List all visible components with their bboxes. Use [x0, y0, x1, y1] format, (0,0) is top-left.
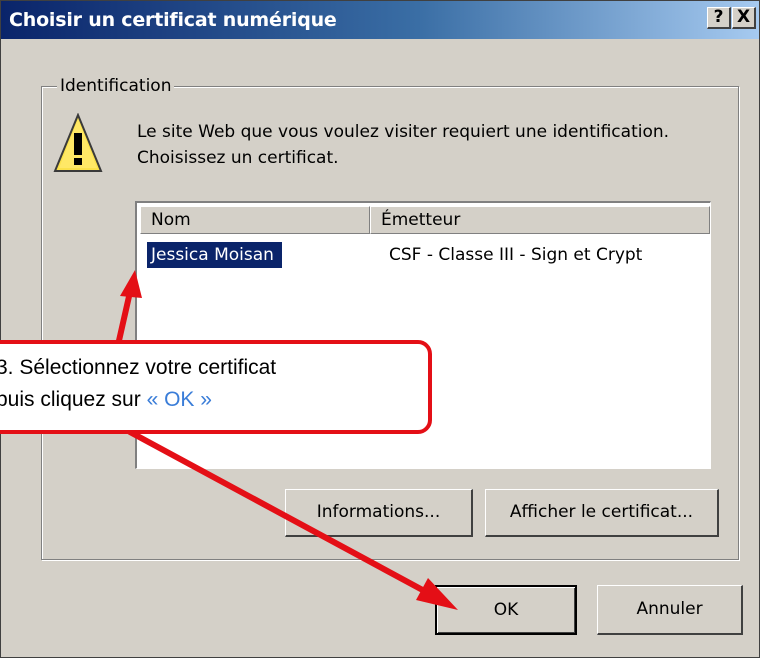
instruction-callout: 3. Sélectionnez votre certificat puis cl…: [0, 340, 432, 434]
callout-line-1: 3. Sélectionnez votre certificat: [0, 356, 277, 379]
callout-ok-highlight: « OK »: [146, 388, 212, 411]
callout-line-2: puis cliquez sur « OK »: [0, 388, 212, 412]
arrow-to-certificate: [115, 289, 133, 348]
arrow-head-ok: [416, 578, 458, 610]
annotation-arrows: [115, 270, 458, 610]
arrow-head-up: [120, 270, 142, 298]
callout-line-2-text: puis cliquez sur: [0, 388, 141, 411]
arrow-to-ok: [127, 429, 433, 597]
